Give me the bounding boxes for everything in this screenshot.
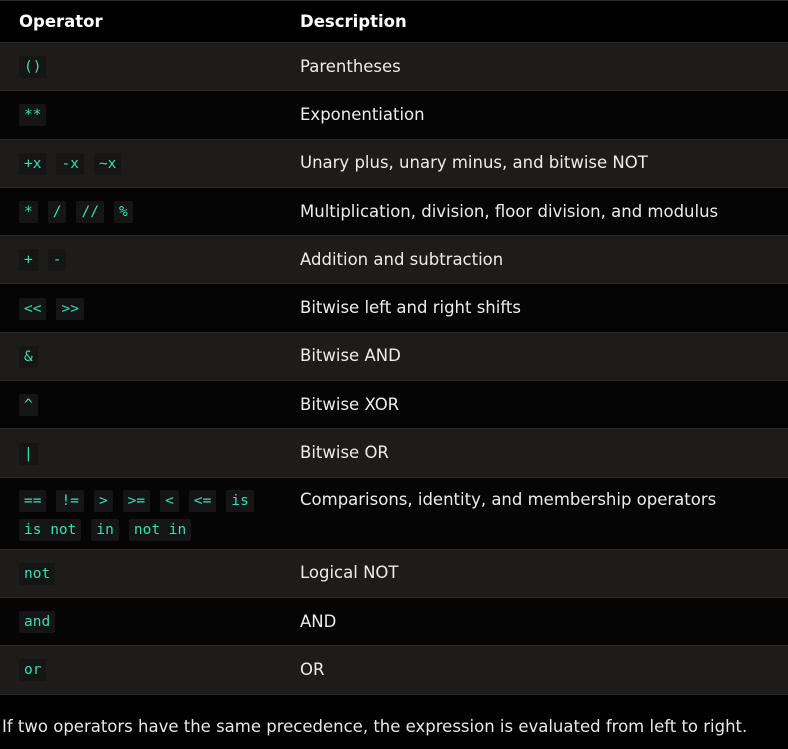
operator-code: %: [113, 201, 133, 224]
operator-code: +x: [19, 152, 47, 175]
operator-cell: and: [0, 607, 300, 636]
operator-code: <=: [188, 489, 217, 512]
operator-code: /: [47, 201, 67, 224]
operator-code: -: [47, 249, 67, 272]
description-cell: Multiplication, division, floor division…: [300, 201, 719, 221]
operator-code: >>: [56, 297, 84, 320]
operator-cell: +x -x ~x: [0, 149, 300, 178]
table-row: | Bitwise OR: [0, 429, 788, 478]
table-row: () Parentheses: [0, 43, 788, 92]
operator-cell: or: [0, 655, 300, 684]
operator-cell: &: [0, 342, 300, 371]
description-cell: AND: [300, 611, 337, 631]
footer-note: If two operators have the same precedenc…: [2, 716, 748, 736]
description-cell: Comparisons, identity, and membership op…: [300, 489, 717, 509]
table-row: * ///% Multiplication, division, floor di…: [0, 187, 788, 237]
table-row: & Bitwise AND: [0, 332, 788, 382]
description-cell: Exponentiation: [300, 104, 425, 124]
operator-cell: + -: [0, 245, 300, 274]
description-cell: Logical NOT: [300, 563, 399, 583]
operator-code: ^: [19, 394, 38, 417]
description-cell: Bitwise AND: [300, 346, 401, 366]
operator-code: in: [91, 518, 119, 541]
table-row: ^ Bitwise XOR: [0, 381, 788, 430]
description-cell: Parentheses: [300, 56, 401, 76]
operator-cell: not: [0, 559, 300, 588]
description-cell: Bitwise OR: [300, 443, 389, 463]
header-description: Description: [300, 11, 407, 31]
table-row: << >> Bitwise left and right shifts: [0, 284, 788, 333]
operator-code: |: [19, 442, 38, 465]
operator-code: !=: [56, 489, 84, 512]
operator-code: *: [19, 201, 38, 224]
table-row: not Logical NOT: [0, 549, 788, 598]
table-row: + - Addition and subtraction: [0, 236, 788, 285]
description-cell: Bitwise left and right shifts: [300, 298, 521, 318]
operator-code: ~x: [93, 152, 122, 175]
description-cell: Addition and subtraction: [300, 249, 504, 269]
operator-code: (): [19, 56, 47, 79]
table-header-row: Operator Description: [0, 1, 788, 43]
operator-cell: << >>: [0, 294, 300, 323]
operator-code: +: [19, 249, 38, 272]
operator-code: ==: [19, 489, 47, 512]
operator-cell: (): [0, 52, 300, 81]
table-row: ** Exponentiation: [0, 91, 788, 140]
table-row: +x -x ~x Unary plus, unary minus, and bitw…: [0, 139, 788, 188]
operator-code: not: [19, 562, 56, 585]
table-row: and AND: [0, 597, 788, 647]
operator-cell: **: [0, 100, 300, 129]
operator-cell: * ///%: [0, 197, 300, 226]
operator-code: <<: [19, 297, 47, 320]
operator-precedence-table: Operator Description () Parentheses ** E…: [0, 0, 788, 695]
description-cell: Bitwise XOR: [300, 394, 400, 414]
operator-code: or: [19, 659, 47, 682]
operator-code: and: [19, 611, 56, 634]
operator-code: not in: [128, 518, 192, 541]
table-row: == != > >= < <= is is not in not in Comparisons, …: [0, 477, 788, 550]
operator-code: >: [93, 489, 113, 512]
header-operator: Operator: [19, 11, 103, 31]
description-cell: Unary plus, unary minus, and bitwise NOT: [300, 153, 648, 173]
description-cell: OR: [300, 659, 325, 679]
operator-code: **: [19, 104, 47, 127]
operator-code: is: [226, 489, 254, 512]
operator-code: &: [19, 345, 38, 368]
operator-code: >=: [122, 489, 151, 512]
operator-code: <: [160, 489, 179, 512]
operator-code: -x: [56, 152, 84, 175]
operator-cell: |: [0, 439, 300, 468]
operator-code: //: [76, 201, 104, 224]
operator-cell: == != > >= < <= is is not in not in: [0, 486, 300, 544]
operator-code: is not: [19, 518, 82, 541]
operator-cell: ^: [0, 390, 300, 419]
table-row: or OR: [0, 646, 788, 695]
